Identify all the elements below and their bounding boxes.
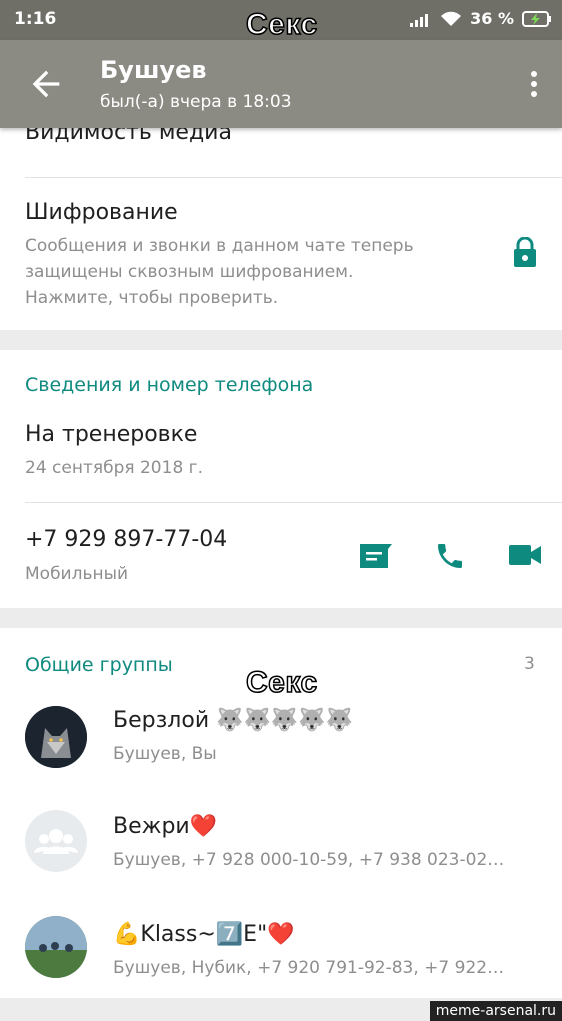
divider (25, 502, 562, 503)
contact-name[interactable]: Бушуев (100, 56, 207, 84)
back-arrow-icon[interactable] (26, 64, 66, 104)
group-name: 💪Klass~7️⃣E"❤️ (113, 922, 295, 947)
more-options-icon[interactable] (528, 68, 540, 100)
battery-percent: 36 % (470, 9, 514, 28)
phone-number: +7 929 897-77-04 (25, 527, 228, 552)
about-status-date: 24 сентября 2018 г. (25, 458, 203, 478)
encryption-desc-line1: Сообщения и звонки в данном чате теперь (25, 236, 414, 256)
wifi-icon (441, 11, 462, 26)
status-icons: 36 % (410, 9, 552, 28)
group-members: Бушуев, Вы (113, 744, 217, 764)
media-encryption-card: Видимость медиа Шифрование Сообщения и з… (0, 120, 562, 330)
groups-section-title: Общие группы (25, 654, 173, 676)
avatar (25, 916, 87, 978)
status-time: 1:16 (14, 9, 57, 29)
group-name: Вежри❤️ (113, 814, 218, 839)
about-status: На тренеровке (25, 422, 198, 447)
battery-charging-icon (522, 10, 551, 27)
phone-type: Мобильный (25, 564, 129, 584)
avatar (25, 706, 87, 768)
watermark: meme-arsenal.ru (429, 1001, 562, 1021)
encryption-desc-line3: Нажмите, чтобы проверить. (25, 288, 279, 308)
video-call-icon[interactable] (508, 543, 542, 567)
contact-app-bar: Бушуев был(-а) вчера в 18:03 (0, 40, 562, 128)
group-default-avatar-icon (25, 810, 87, 872)
last-seen: был(-а) вчера в 18:03 (100, 92, 292, 112)
message-icon[interactable] (358, 542, 394, 570)
phone-call-icon[interactable] (434, 540, 466, 572)
about-section-title: Сведения и номер телефона (25, 374, 314, 396)
group-members: Бушуев, +7 928 000-10-59, +7 938 023-02… (113, 850, 505, 870)
meme-caption-top: Секс (245, 7, 318, 42)
divider (25, 177, 562, 178)
lock-icon (514, 237, 536, 267)
group-members: Бушуев, Нубик, +7 920 791-92-83, +7 922… (113, 958, 505, 978)
signal-icon (410, 13, 429, 27)
group-name: Берзлой 🐺🐺🐺🐺🐺 (113, 708, 354, 733)
meme-caption-middle: Секс (245, 665, 318, 700)
encryption-desc-line2: защищены сквозным шифрованием. (25, 262, 354, 282)
about-phone-card: Сведения и номер телефона На тренеровке … (0, 350, 562, 608)
encryption-title: Шифрование (25, 200, 178, 225)
groups-count: 3 (524, 654, 535, 674)
